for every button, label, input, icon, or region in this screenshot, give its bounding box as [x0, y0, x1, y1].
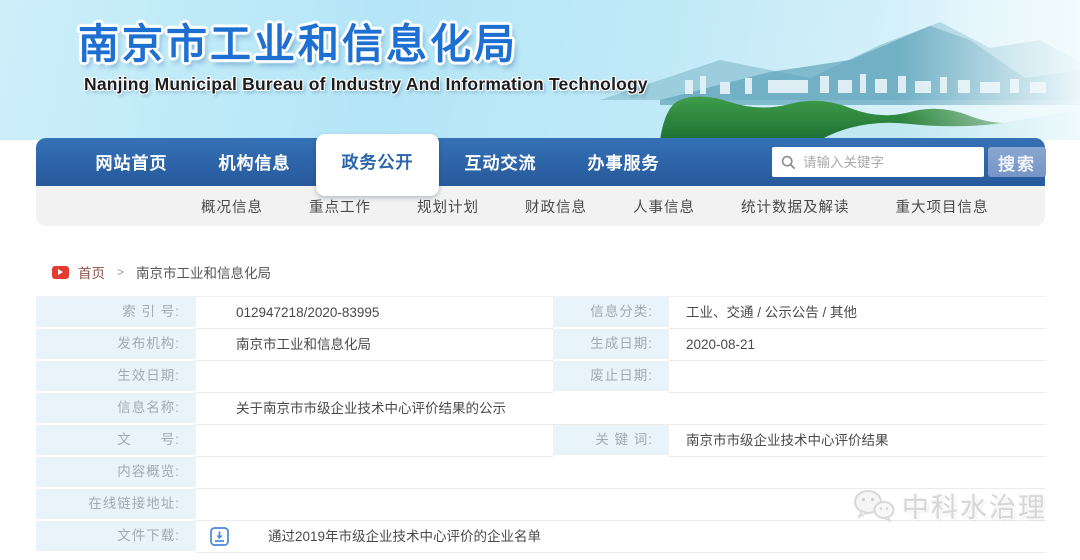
file-download-link[interactable]: 通过2019年市级企业技术中心评价的企业名单: [268, 521, 541, 552]
content-overview-value: [196, 457, 1045, 489]
breadcrumb-current: 南京市工业和信息化局: [136, 262, 271, 282]
info-category-value: 工业、交通 / 公示公告 / 其他: [669, 297, 1045, 329]
publisher-value: 南京市工业和信息化局: [196, 329, 543, 361]
nav-tab-home[interactable]: 网站首页: [70, 138, 193, 190]
info-category-label: 信息分类:: [553, 297, 669, 329]
subnav-key-work[interactable]: 重点工作: [286, 196, 394, 217]
search-box: [772, 147, 984, 177]
subnav-planning[interactable]: 规划计划: [394, 196, 502, 217]
effective-date-value: [196, 361, 543, 393]
nav-tab-government-affairs[interactable]: 政务公开: [316, 134, 439, 196]
file-download-cell: 通过2019年市级企业技术中心评价的企业名单: [196, 521, 1045, 553]
search-button[interactable]: 搜索: [988, 147, 1046, 177]
nav-tab-services[interactable]: 办事服务: [562, 138, 685, 190]
content-overview-label: 内容概览:: [36, 457, 196, 489]
nav-tab-organization[interactable]: 机构信息: [193, 138, 316, 190]
info-name-label: 信息名称:: [36, 393, 196, 425]
nav-tab-interaction[interactable]: 互动交流: [439, 138, 562, 190]
subnav-major-projects[interactable]: 重大项目信息: [873, 196, 1012, 217]
effective-date-label: 生效日期:: [36, 361, 196, 393]
site-title: 南京市工业和信息化局: [78, 10, 518, 70]
doc-number-value: [196, 425, 543, 457]
table-gap: [543, 425, 553, 457]
table-gap: [543, 361, 553, 393]
site-banner: 南京市工业和信息化局 Nanjing Municipal Bureau of I…: [0, 0, 1080, 140]
online-link-value: [196, 489, 1045, 521]
main-navbar: 网站首页 机构信息 政务公开 互动交流 办事服务 搜索: [36, 138, 1045, 186]
document-info-table: 索 引 号: 012947218/2020-83995 信息分类: 工业、交通 …: [36, 296, 1045, 553]
search-icon: [781, 155, 796, 170]
index-number-value: 012947218/2020-83995: [196, 297, 543, 329]
online-link-label: 在线链接地址:: [36, 489, 196, 521]
generate-date-value: 2020-08-21: [669, 329, 1045, 361]
download-icon[interactable]: [210, 527, 229, 546]
search-input[interactable]: [803, 149, 984, 175]
publisher-label: 发布机构:: [36, 329, 196, 361]
table-gap: [543, 297, 553, 329]
doc-number-label: 文 号:: [36, 425, 196, 457]
info-name-value: 关于南京市市级企业技术中心评价结果的公示: [196, 393, 1045, 425]
site-subtitle-english: Nanjing Municipal Bureau of Industry And…: [84, 74, 648, 95]
home-play-icon: [52, 266, 69, 279]
page: 南京市工业和信息化局 Nanjing Municipal Bureau of I…: [0, 0, 1080, 560]
nav-tabs: 网站首页 机构信息 政务公开 互动交流 办事服务: [70, 134, 685, 196]
keywords-label: 关 键 词:: [553, 425, 669, 457]
subnav-personnel-info[interactable]: 人事信息: [610, 196, 718, 217]
subnav-overview-info[interactable]: 概况信息: [178, 196, 286, 217]
keywords-value: 南京市市级企业技术中心评价结果: [669, 425, 1045, 457]
banner-landscape-image: [520, 0, 1080, 140]
breadcrumb-separator: >: [117, 265, 124, 279]
subnav-statistics[interactable]: 统计数据及解读: [718, 196, 873, 217]
subnav-fiscal-info[interactable]: 财政信息: [502, 196, 610, 217]
index-number-label: 索 引 号:: [36, 297, 196, 329]
table-gap: [543, 329, 553, 361]
breadcrumb-home-link[interactable]: 首页: [78, 262, 105, 282]
breadcrumb: 首页 > 南京市工业和信息化局: [52, 262, 271, 282]
expire-date-label: 废止日期:: [553, 361, 669, 393]
generate-date-label: 生成日期:: [553, 329, 669, 361]
expire-date-value: [669, 361, 1045, 393]
file-download-label: 文件下载:: [36, 521, 196, 553]
